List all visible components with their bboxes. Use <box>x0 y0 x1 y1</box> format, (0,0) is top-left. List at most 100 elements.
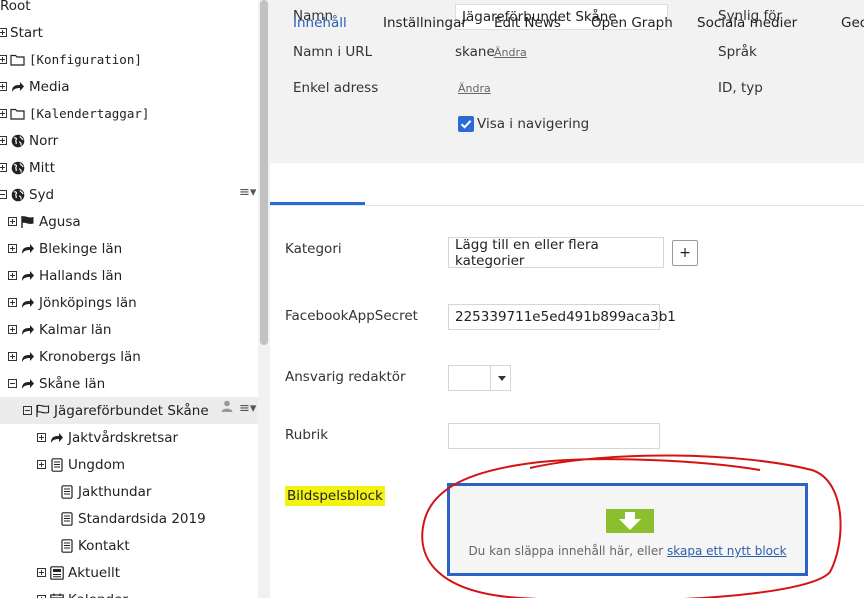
expand-icon[interactable] <box>0 28 7 37</box>
tab-open-graph[interactable]: Open Graph <box>591 0 673 42</box>
tree-item-label: Root <box>0 0 31 14</box>
content-drop-zone[interactable]: Du kan släppa innehåll här, eller skapa … <box>447 483 808 576</box>
tab-geo[interactable]: Geo <box>841 0 864 42</box>
change-url-link[interactable]: Ändra <box>494 46 527 59</box>
tree-item-label: Syd <box>29 186 55 203</box>
expand-icon[interactable] <box>8 217 17 226</box>
tree-item[interactable]: Agusa <box>8 208 81 235</box>
globe-icon <box>10 161 25 175</box>
tab-bar <box>270 163 864 206</box>
create-new-block-link[interactable]: skapa ett nytt block <box>667 544 787 558</box>
row-menu-icon[interactable]: ≡▾ <box>239 185 256 200</box>
tree-item[interactable]: Aktuellt <box>37 559 120 586</box>
expand-icon[interactable] <box>8 352 17 361</box>
add-category-button[interactable]: + <box>672 240 698 266</box>
calendar-icon <box>49 593 64 598</box>
checkmark-icon <box>460 120 472 129</box>
expand-icon[interactable] <box>0 55 7 64</box>
rubrik-input[interactable] <box>448 423 660 449</box>
facebook-app-secret-input[interactable]: 225339711e5ed491b899aca3b1 <box>448 304 676 330</box>
tree-item[interactable]: [Konfiguration] <box>0 46 142 73</box>
expand-icon[interactable] <box>37 460 46 469</box>
id-type-label: ID, typ <box>718 80 763 96</box>
page-tree: Root Start [Konfiguration] Media [Kalenderta… <box>0 0 258 598</box>
expand-icon[interactable] <box>8 298 17 307</box>
url-name-label: Namn i URL <box>293 44 373 60</box>
tree-item-label: Media <box>29 78 70 95</box>
collapse-icon[interactable] <box>23 406 32 415</box>
tab-edit-news[interactable]: Edit News <box>494 0 561 42</box>
tree-item-label: Kontakt <box>78 537 130 554</box>
page-icon <box>49 457 64 472</box>
drop-zone-text: Du kan släppa innehåll här, eller skapa … <box>450 544 805 558</box>
tree-item-label: Ungdom <box>68 456 125 473</box>
tree-item[interactable]: Syd <box>0 181 54 208</box>
redirect-arrow-icon <box>20 296 35 310</box>
tree-item[interactable]: Kalender <box>37 586 128 598</box>
tab-innehall[interactable]: Innehåll <box>293 0 347 42</box>
tree-item[interactable]: Standardsida 2019 <box>47 505 206 532</box>
row-menu-icon[interactable]: ≡▾ <box>239 401 256 416</box>
tree-item[interactable]: Root <box>0 0 31 19</box>
globe-icon <box>10 188 25 202</box>
expand-icon[interactable] <box>8 244 17 253</box>
tree-item[interactable]: Media <box>0 73 70 100</box>
tree-item-label: Blekinge län <box>39 240 123 257</box>
show-in-navigation-label: Visa i navigering <box>477 116 590 132</box>
expand-icon[interactable] <box>0 136 7 145</box>
tree-item[interactable]: Mitt <box>0 154 55 181</box>
expand-icon[interactable] <box>8 271 17 280</box>
tree-item[interactable]: Ungdom <box>37 451 125 478</box>
tree-item-label: Jönköpings län <box>39 294 137 311</box>
expand-icon[interactable] <box>37 433 46 442</box>
expand-icon[interactable] <box>8 325 17 334</box>
tree-scrollbar-thumb[interactable] <box>260 0 268 345</box>
tree-item[interactable]: Jakthundar <box>47 478 151 505</box>
responsible-editor-select[interactable] <box>448 365 511 391</box>
tree-item-label: Kronobergs län <box>39 348 141 365</box>
list-page-icon <box>49 565 64 580</box>
tree-item-label: Jägareförbundet Skåne <box>54 402 209 419</box>
category-input[interactable]: Lägg till en eller flera kategorier <box>448 237 664 269</box>
category-label: Kategori <box>285 241 342 257</box>
redirect-arrow-icon <box>20 377 35 391</box>
tree-item-label: [Kalendertaggar] <box>29 106 150 121</box>
tree-item[interactable]: Norr <box>0 127 58 154</box>
expand-icon[interactable] <box>0 82 7 91</box>
tab-sociala-medier[interactable]: Sociala medier <box>697 0 797 42</box>
tree-item-label: Norr <box>29 132 59 149</box>
drop-zone-message: Du kan släppa innehåll här, eller <box>468 544 668 558</box>
tree-item[interactable]: Hallands län <box>8 262 122 289</box>
change-simple-address-link[interactable]: Ändra <box>458 82 491 95</box>
tree-item[interactable]: Jönköpings län <box>8 289 137 316</box>
expand-icon[interactable] <box>37 568 46 577</box>
globe-icon <box>10 134 25 148</box>
url-name-value: skane <box>455 44 495 60</box>
tree-item[interactable]: Kontakt <box>47 532 130 559</box>
tab-installningar[interactable]: Inställningar <box>383 0 467 42</box>
collapse-icon[interactable] <box>0 190 7 199</box>
tree-item-label: Kalmar län <box>39 321 112 338</box>
tree-item[interactable]: Blekinge län <box>8 235 122 262</box>
active-tab-indicator <box>270 202 365 205</box>
tree-item[interactable]: [Kalendertaggar] <box>0 100 149 127</box>
collapse-icon[interactable] <box>8 379 17 388</box>
tree-item[interactable]: Kronobergs län <box>8 343 141 370</box>
expand-icon[interactable] <box>0 163 7 172</box>
show-in-navigation-checkbox[interactable] <box>458 116 474 132</box>
tree-item[interactable]: Jägareförbundet Skåne <box>0 397 258 424</box>
redirect-arrow-icon <box>20 350 35 364</box>
expand-icon[interactable] <box>0 109 7 118</box>
folder-icon <box>10 53 25 67</box>
tree-item[interactable]: Jaktvårdskretsar <box>37 424 178 451</box>
tree-item-label: Aktuellt <box>68 564 121 581</box>
tree-item-label: [Konfiguration] <box>29 52 142 67</box>
flag-icon <box>20 215 35 229</box>
facebook-app-secret-label: FacebookAppSecret <box>285 308 418 324</box>
rubrik-label: Rubrik <box>285 427 329 443</box>
tree-item[interactable]: Start <box>0 19 43 46</box>
tree-item[interactable]: Skåne län <box>8 370 105 397</box>
tree-item[interactable]: Kalmar län <box>8 316 111 343</box>
redirect-arrow-icon <box>49 431 64 445</box>
page-icon <box>59 538 74 553</box>
